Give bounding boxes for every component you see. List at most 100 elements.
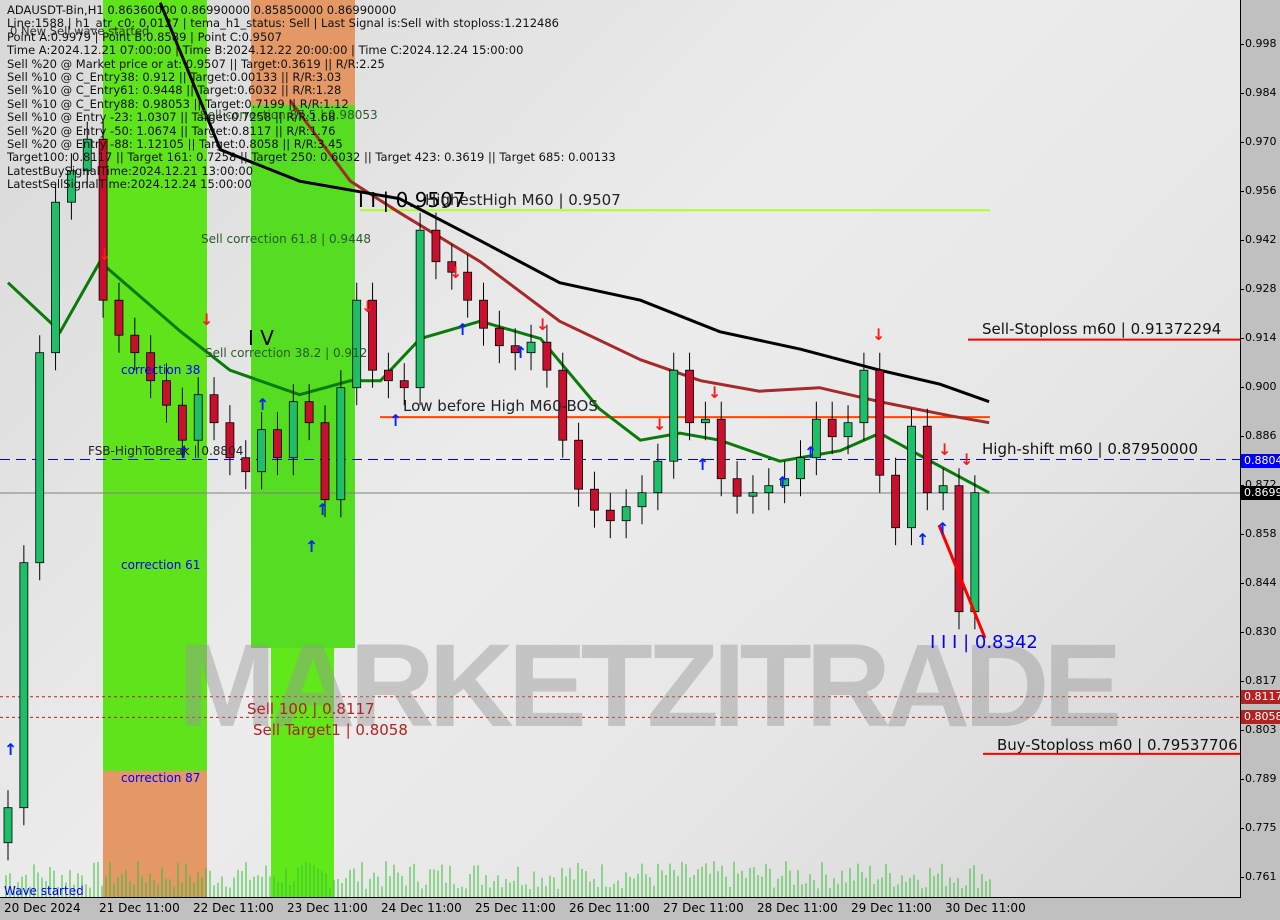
info-line: Target100: 0.8117 || Target 161: 0.7258 … <box>7 150 616 165</box>
candle-bull <box>35 352 45 564</box>
y-tick-label: 0.900 <box>1241 380 1277 393</box>
candle-bear <box>891 474 900 529</box>
sell-arrow-icon: ↓ <box>872 325 885 344</box>
candle-bull <box>288 401 298 459</box>
candle-bull <box>970 492 980 613</box>
candle-bull <box>859 369 869 424</box>
candle-bull <box>621 506 631 522</box>
candle-bear <box>130 334 140 354</box>
info-line: Point A:0.9979 | Point B:0.8589 | Point … <box>7 29 282 44</box>
sell-target1-label: Sell Target1 | 0.8058 <box>253 721 408 739</box>
y-tick-label: 0.775 <box>1241 821 1277 834</box>
wave-iii-label: I I I | 0.8342 <box>930 632 1038 653</box>
candle-bull <box>193 394 203 441</box>
x-tick-label: 22 Dec 11:00 <box>193 901 274 915</box>
y-tick-label: 0.956 <box>1241 184 1277 197</box>
candle-bear <box>162 380 171 406</box>
y-tick-label: 0.914 <box>1241 331 1277 344</box>
candle-bear <box>716 418 726 480</box>
info-line: ADAUSDT-Bin,H1 0.86360000 0.86990000 0.8… <box>7 3 397 17</box>
info-line: Time A:2024.12.21 07:00:00 | Time B:2024… <box>7 43 524 58</box>
candle-bull <box>938 485 948 494</box>
candle-bear <box>273 429 282 459</box>
candle-bear <box>320 422 330 501</box>
wave-started-label: Wave started <box>4 884 84 898</box>
sell-correction-618-label: Sell correction 61.8 | 0.9448 <box>201 232 371 246</box>
sell-arrow-icon: ↓ <box>536 315 549 334</box>
candle-bear <box>875 369 885 476</box>
candle-bear <box>383 369 393 382</box>
sell-correction-382-label: Sell correction 38.2 | 0.912 <box>205 346 368 360</box>
y-tick-label: 0.803 <box>1241 723 1277 736</box>
info-line: Sell %10 @ C_Entry61: 0.9448 || Target:0… <box>7 83 342 98</box>
time-axis[interactable]: 20 Dec 2024 21 Dec 11:00 22 Dec 11:00 23 De… <box>0 898 1280 920</box>
y-tick-label: 0.942 <box>1241 233 1277 246</box>
y-tick-label: 0.830 <box>1241 625 1277 638</box>
sell-100-label: Sell 100 | 0.8117 <box>247 700 375 718</box>
info-line: Sell %20 @ Market price or at: 0.9507 ||… <box>7 56 385 71</box>
candle-bull <box>336 387 346 501</box>
y-tick-label: 0.844 <box>1241 576 1277 589</box>
candle-bull <box>3 807 13 844</box>
info-line: LatestSellSignalTime:2024.12.24 15:00:00 <box>7 177 252 192</box>
y-tick-label: 0.998 <box>1241 37 1277 50</box>
info-panel: ADAUSDT-Bin,H1 0.86360000 0.86990000 0.8… <box>7 3 616 192</box>
high-shift-label: High-shift m60 | 0.87950000 <box>982 440 1198 458</box>
correction-87-label: correction 87 <box>121 771 201 785</box>
x-tick-label: 24 Dec 11:00 <box>381 901 462 915</box>
info-line: LatestBuySignalTime:2024.12.21 13:00:00 <box>7 163 254 178</box>
buy-arrow-icon: ↑ <box>696 455 709 474</box>
candle-bull <box>764 485 774 494</box>
price-axis[interactable]: 0.998 0.984 0.970 0.956 0.942 0.928 0.914 0.900… <box>1241 0 1280 897</box>
candle-bear <box>827 418 837 438</box>
candle-bull <box>352 299 362 389</box>
buy-arrow-icon: ↑ <box>916 530 929 549</box>
buy-arrow-icon: ↑ <box>514 343 527 362</box>
candle-bear <box>304 401 314 424</box>
candle-bull <box>669 369 679 462</box>
y-tick-label: 0.886 <box>1241 429 1277 442</box>
highest-high-label: HighestHigh M60 | 0.9507 <box>425 191 621 209</box>
candle-bull <box>653 460 663 494</box>
candle-bear <box>479 299 488 329</box>
candle-bull <box>907 425 916 529</box>
sell-arrow-icon: ↓ <box>361 297 374 316</box>
chart-plot-area[interactable]: MARKETZITRADE ↓ ↓ ↓ ↓ ↓ ↓ ↓ ↓ ↓ ↓ ↑ ↑ ↑ ↑ ↑ ↑ ↑ ↑ ↑ ↑ ↑ ↑ ↑ AD… <box>0 0 1241 898</box>
candle-bear <box>399 380 409 389</box>
sell-stoploss-label: Sell-Stoploss m60 | 0.91372294 <box>982 320 1222 338</box>
info-line: Sell %10 @ C_Entry38: 0.912 || Target:0.… <box>7 70 342 85</box>
ma-fast-line <box>6 259 990 495</box>
x-tick-label: 21 Dec 11:00 <box>99 901 180 915</box>
candle-bear <box>494 327 504 347</box>
y-tick-label: 0.817 <box>1241 674 1277 687</box>
sell-arrow-icon: ↓ <box>200 310 213 329</box>
x-tick-label: 26 Dec 11:00 <box>569 901 650 915</box>
candle-bear <box>542 341 552 371</box>
sell-arrow-icon: ↓ <box>449 263 462 282</box>
x-tick-label: 27 Dec 11:00 <box>663 901 744 915</box>
candle-bear <box>954 485 964 613</box>
correction-61-label: correction 61 <box>121 558 201 572</box>
sell-arrow-icon: ↓ <box>98 245 111 264</box>
candle-bear <box>241 457 251 473</box>
correction-38-label: correction 38 <box>121 363 201 377</box>
buy-arrow-icon: ↑ <box>305 537 318 556</box>
buy-arrow-icon: ↑ <box>256 395 269 414</box>
buy-stoploss-label: Buy-Stoploss m60 | 0.79537706 <box>997 736 1238 754</box>
candle-bear <box>431 229 441 263</box>
y-tick-label: 0.928 <box>1241 282 1277 295</box>
x-tick-label: 28 Dec 11:00 <box>757 901 838 915</box>
candle-bear <box>605 509 615 522</box>
candle-bull <box>701 418 710 424</box>
info-line: Sell %20 @ Entry -50: 1.0674 || Target:0… <box>7 123 336 138</box>
candle-bear <box>177 404 187 441</box>
info-line: Sell %10 @ Entry -23: 1.0307 || Target:0… <box>7 110 336 125</box>
x-tick-label: 29 Dec 11:00 <box>851 901 932 915</box>
candle-bear <box>114 299 124 336</box>
candle-bear <box>574 439 583 490</box>
sell-arrow-icon: ↓ <box>938 440 951 459</box>
candle-bear <box>590 488 599 511</box>
x-tick-label: 30 Dec 11:00 <box>945 901 1026 915</box>
price-badge-sell-100: 0.8117 <box>1241 689 1280 704</box>
fsb-high-label: FSB-HighToBreak | 0.8804 <box>88 444 244 458</box>
